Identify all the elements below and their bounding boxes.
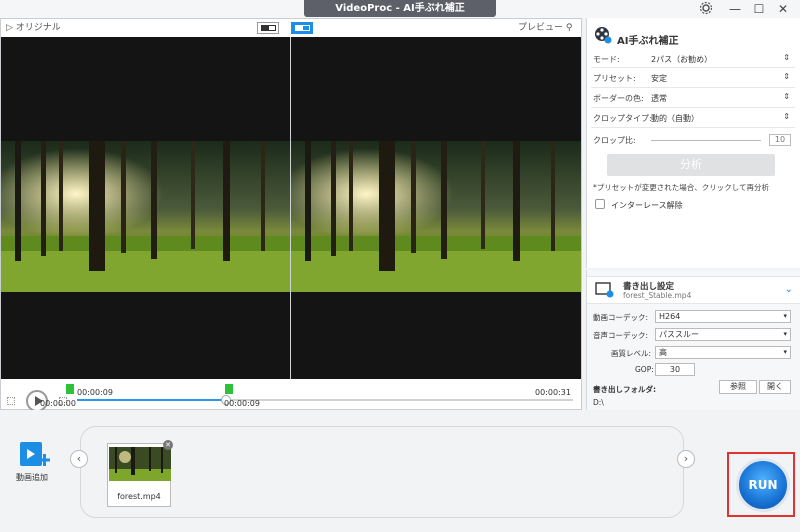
quality-value: 高 (659, 348, 667, 357)
browse-button[interactable]: 参照 (719, 380, 757, 394)
grip-left-icon (7, 397, 15, 405)
video-codec-value: H264 (659, 312, 681, 321)
film-reel-icon (594, 26, 612, 44)
preset-select[interactable]: 安定 (651, 73, 791, 84)
gop-label: GOP: (635, 365, 654, 374)
chevron-double-down-icon[interactable]: ⌄ (785, 284, 793, 295)
audio-codec-select[interactable]: パススルー ▾ (655, 328, 791, 341)
video-area (1, 37, 581, 379)
media-strip-area: 動画追加 ‹ › forest.mp4 ✕ (0, 410, 800, 532)
crop-type-label: クロップタイプ: (593, 114, 652, 123)
timeline-track[interactable] (77, 395, 573, 405)
original-view-label: ▷ オリジナル (3, 21, 64, 35)
add-video-icon[interactable] (16, 440, 52, 470)
window-title: VideoProc - AI手ぶれ補正 (304, 0, 496, 17)
divider (591, 127, 795, 128)
gear-icon[interactable] (695, 1, 717, 17)
stabilize-panel: AI手ぶれ補正 モード: 2パス（お勧め） ⇕ プリセット: 安定 ⇕ ボーダー… (586, 18, 800, 268)
panel-title: AI手ぶれ補正 (617, 36, 679, 47)
side-by-side-toggle[interactable] (291, 22, 313, 34)
divider (591, 87, 795, 88)
export-filename: forest_Stable.mp4 (623, 291, 692, 300)
output-folder-path: D:\ (593, 398, 604, 407)
deinterlace-label: インターレース解除 (611, 201, 683, 210)
original-label-text: オリジナル (15, 23, 61, 33)
chevron-updown-icon: ⇕ (783, 92, 790, 101)
crop-ratio-slider[interactable] (651, 140, 761, 141)
quality-label: 画質レベル: (611, 349, 652, 358)
chevron-down-icon: ▾ (783, 348, 787, 356)
close-button[interactable]: ✕ (772, 1, 794, 17)
crop-ratio-input[interactable]: 10 (769, 134, 791, 146)
deinterlace-checkbox[interactable] (595, 199, 605, 209)
total-time: 00:00:31 (535, 388, 571, 397)
audio-codec-value: パススルー (659, 330, 699, 339)
media-thumbnail[interactable]: forest.mp4 (107, 443, 171, 507)
border-color-select[interactable]: 透常 (651, 93, 791, 104)
chevron-updown-icon: ⇕ (783, 72, 790, 81)
preview-panel: ▷ オリジナル プレビュー ⚲ 00:00:09 00:00:31 (0, 18, 582, 412)
mode-label: モード: (593, 55, 620, 64)
chevron-down-icon: ▾ (783, 330, 787, 338)
video-codec-select[interactable]: H264 ▾ (655, 310, 791, 323)
preview-view-label: プレビュー ⚲ (515, 21, 576, 35)
crop-ratio-label: クロップ比: (593, 136, 636, 145)
divider (591, 107, 795, 108)
original-video-frame (1, 141, 290, 292)
run-highlight: RUN (727, 452, 795, 517)
quality-select[interactable]: 高 ▾ (655, 346, 791, 359)
split-view-toggle[interactable] (257, 22, 279, 34)
preset-label: プリセット: (593, 74, 636, 83)
chevron-updown-icon: ⇕ (783, 53, 790, 62)
end-marker[interactable] (225, 384, 233, 394)
remove-icon[interactable]: ✕ (163, 440, 173, 450)
divider (591, 67, 795, 68)
export-settings-icon (595, 281, 615, 299)
search-icon[interactable]: ⚲ (566, 23, 573, 33)
thumbnail-image (109, 447, 171, 481)
video-codec-label: 動画コーデック: (593, 313, 649, 322)
play-triangle-icon: ▷ (6, 23, 13, 33)
chevron-down-icon: ▾ (783, 312, 787, 320)
start-marker[interactable] (66, 384, 74, 394)
open-folder-button[interactable]: 開く (759, 380, 791, 394)
output-folder-label: 書き出しフォルダ: (593, 385, 656, 394)
start-marker-time: 00:00:00 (40, 399, 76, 408)
audio-codec-label: 音声コーデック: (593, 331, 649, 340)
crop-type-select[interactable]: 動的（自動） (651, 113, 791, 124)
gop-input[interactable]: 30 (655, 363, 695, 376)
analyze-button[interactable]: 分析 (607, 154, 775, 176)
add-video-label[interactable]: 動画追加 (16, 472, 48, 483)
timeline-progress (77, 399, 226, 401)
current-time: 00:00:09 (77, 388, 113, 397)
title-bar: VideoProc - AI手ぶれ補正 — ☐ ✕ (0, 0, 800, 18)
maximize-button[interactable]: ☐ (748, 1, 770, 17)
side-right-icon (302, 25, 310, 31)
end-marker-time: 00:00:09 (224, 399, 260, 408)
app-window: VideoProc - AI手ぶれ補正 — ☐ ✕ ▷ オリジナル プレビュー … (0, 0, 800, 532)
chevron-left-icon[interactable]: ‹ (70, 450, 88, 468)
chevron-right-icon[interactable]: › (677, 450, 695, 468)
media-file-name: forest.mp4 (117, 492, 161, 501)
split-right-icon (268, 25, 276, 31)
mode-select[interactable]: 2パス（お勧め） (651, 54, 791, 65)
preview-label-text: プレビュー (518, 23, 564, 33)
preview-video-frame (291, 141, 581, 292)
chevron-updown-icon: ⇕ (783, 112, 790, 121)
reanalyze-note: *プリセットが変更された場合、クリックして再分析 (593, 183, 770, 192)
export-settings-panel: 書き出し設定 forest_Stable.mp4 ⌄ 動画コーデック: H264… (586, 270, 800, 410)
run-button[interactable]: RUN (736, 458, 790, 512)
timeline: 00:00:09 00:00:31 (1, 379, 581, 412)
minimize-button[interactable]: — (724, 1, 746, 17)
export-settings-header[interactable]: 書き出し設定 forest_Stable.mp4 ⌄ (587, 276, 800, 304)
border-color-label: ボーダーの色: (593, 94, 644, 103)
